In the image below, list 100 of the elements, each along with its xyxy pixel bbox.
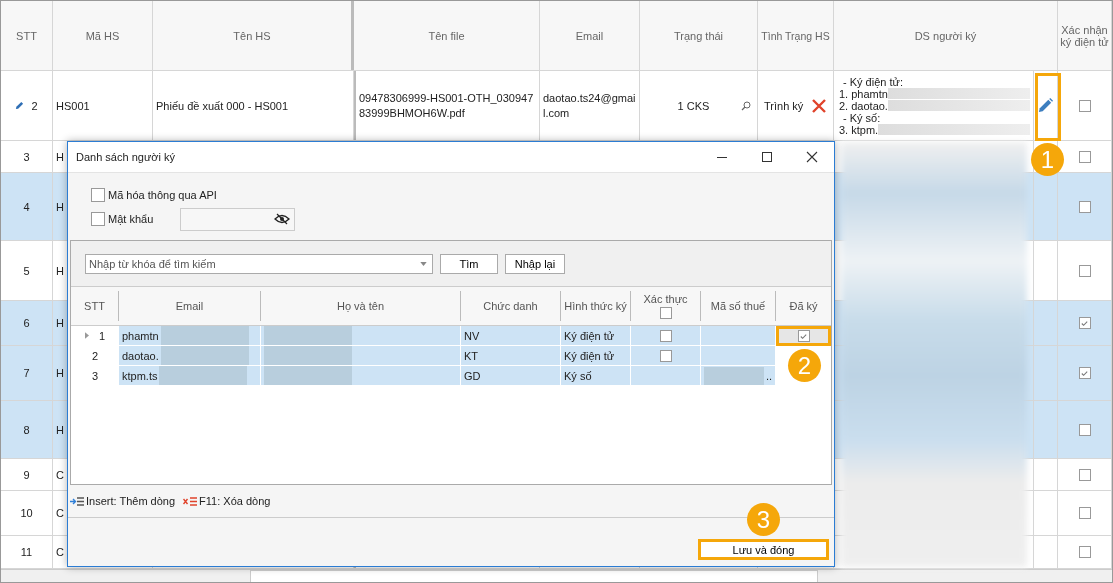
table-cell: Ký điện tử [564,329,615,342]
search-field[interactable]: Nhập từ khóa để tìm kiếm [85,253,433,274]
checkbox[interactable] [659,329,672,342]
column-header[interactable]: Họ và tên [261,291,461,321]
maximize-icon[interactable] [761,151,773,163]
table-cell: C [56,468,64,481]
checkbox[interactable] [1078,468,1091,481]
column-header[interactable]: STT [71,291,119,321]
table-cell: H [56,200,64,213]
check-icon [799,331,808,341]
column-header[interactable]: Mã HS [53,1,153,70]
table-cell: Trình ký [764,99,804,112]
table-cell: ktpm.ts [122,369,158,382]
row-number: 7 [23,367,30,379]
table-cell-text: 09478306999-HS001-OTH_03094783999BHMOH6W.pdf [359,90,535,121]
step-marker: 1 [1031,143,1064,176]
row-number: 3 [91,369,99,382]
horizontal-scrollbar[interactable] [1,569,1112,582]
window-title: Danh sách người ký [76,151,175,163]
column-header[interactable]: Đã ký [776,291,831,321]
column-header[interactable]: Mã số thuế [701,291,776,321]
column-header[interactable]: Tên file [354,1,540,70]
column-header[interactable]: STT [1,1,53,70]
row-number: 8 [23,423,30,436]
column-header[interactable]: Trạng thái [640,1,758,70]
highlight-frame [1035,73,1061,141]
table-cell: HS001 [56,99,90,112]
checkbox[interactable] [1078,546,1091,558]
delete-row-icon [183,496,198,506]
table-cell: NV [464,329,480,342]
row-number: 1 [98,329,106,342]
checkbox[interactable] [797,330,810,342]
add-row-icon [70,496,84,506]
signer-line: - Ký điện tử: [842,75,903,88]
table-cell: KT [464,349,479,362]
checkbox[interactable] [659,349,672,362]
checkbox[interactable] [1078,200,1091,213]
checkbox[interactable] [1078,507,1091,519]
save-button[interactable]: Lưu và đóng [698,539,829,560]
checkbox[interactable]: Mã hóa thông qua API [91,188,217,202]
column-header[interactable]: Xác nhận ký điện tử [1058,1,1112,70]
column-title: Xác thực [643,293,688,305]
blurred-text [704,366,764,385]
signer-line: 1. phamtn [839,87,888,100]
row-number: 9 [23,468,30,481]
eye-slash-icon[interactable] [274,213,290,225]
table-cell: H [56,367,64,379]
table-cell: daotao.ts24@gmail.com [543,90,636,121]
table-cell: C [56,546,64,558]
column-header[interactable]: Tên HS [153,1,354,70]
column-header[interactable]: Email [119,291,261,321]
row-number: 2 [31,99,38,112]
table-cell: H [56,150,64,163]
checkbox[interactable] [659,307,672,319]
table-cell: .. [765,369,772,382]
table-cell-text: 1 CKS [676,99,711,112]
table-row[interactable]: 2 HS001 Phiếu đề xuất 000 - HS001 09478306999-HS001-OTH_03094783999BHMOH6W.pdf daotao.ts24@gmail.com 1 CKS Trình ký - Ký điện tử: 1. phamtn 2. daotao. - Ký số: 3. ktpm. [1,71,1112,141]
password-field[interactable] [180,207,295,231]
pencil-icon[interactable] [1037,97,1054,114]
row-number: 4 [23,200,30,213]
check-icon [1080,368,1089,378]
column-header[interactable]: DS người ký [834,1,1058,70]
table-cell: H [56,317,64,329]
toolbar-button[interactable]: Nhập lại [505,253,565,274]
table-cell: Phiếu đề xuất 000 - HS001 [156,99,289,112]
close-icon[interactable] [806,151,818,163]
checkbox[interactable] [1078,317,1091,329]
table-cell: H [56,264,64,277]
checkbox[interactable] [1078,367,1091,379]
row-number: 5 [23,264,30,277]
row-number: 6 [23,317,30,329]
signer-line: - Ký số: [842,111,881,124]
column-header[interactable]: Chức danh [461,291,561,321]
row-number: 2 [91,349,99,362]
shortcut-hint: Insert: Thêm dòng [86,495,176,507]
table-cell: C [56,507,64,519]
checkbox[interactable]: Mật khẩu [91,212,180,226]
table-cell: H [56,423,64,436]
search-icon[interactable] [741,100,751,111]
table-cell: Ký số [564,369,592,382]
check-icon [1080,318,1089,328]
table-cell: phamtn [122,329,159,342]
shortcut-hint: F11: Xóa dòng [199,495,271,507]
checkbox[interactable] [1078,99,1091,112]
table-cell: daotao. [122,349,159,362]
checkbox[interactable] [1078,423,1091,436]
checkbox[interactable] [1078,264,1091,277]
toolbar-button[interactable]: Tìm [440,253,498,274]
checkbox[interactable] [1078,150,1091,163]
row-number: 10 [20,507,33,519]
dropdown-icon[interactable] [420,261,427,266]
row-number: 3 [23,150,30,163]
column-header[interactable]: Hình thức ký [561,291,631,321]
signer-line: 2. daotao. [839,99,888,112]
table-cell [631,366,701,386]
column-header[interactable]: Email [540,1,640,70]
signer-line: 3. ktpm. [839,123,879,136]
column-header[interactable]: Tình Trạng HS [758,1,834,70]
row-number: 11 [20,546,33,558]
column-header[interactable]: Xác thực [631,291,701,321]
